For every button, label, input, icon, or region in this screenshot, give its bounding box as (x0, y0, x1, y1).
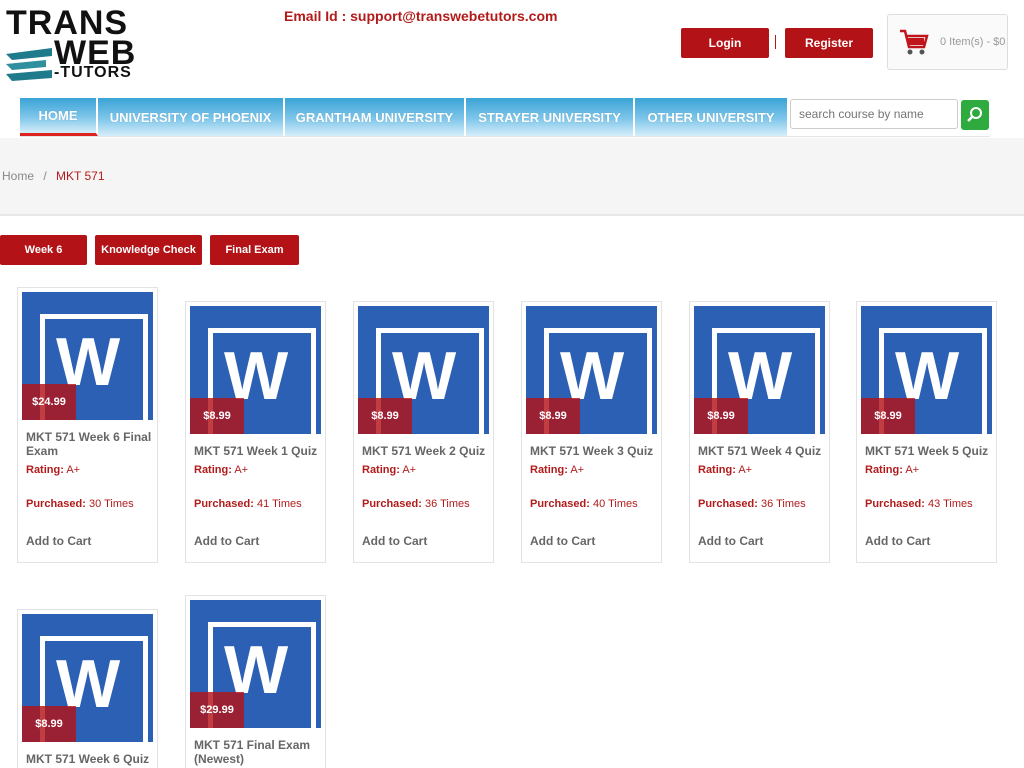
breadcrumb-current: MKT 571 (56, 169, 105, 183)
header-separator (775, 35, 776, 49)
price-badge: $8.99 (358, 398, 412, 434)
price-badge: $8.99 (22, 706, 76, 742)
price-badge: $8.99 (694, 398, 748, 434)
search-button[interactable] (961, 100, 989, 130)
add-to-cart-button[interactable]: Add to Cart (194, 534, 259, 548)
logo-line-3: -TUTORS (54, 64, 132, 81)
breadcrumb-home[interactable]: Home (2, 169, 34, 183)
add-to-cart-button[interactable]: Add to Cart (698, 534, 763, 548)
product-card[interactable]: W $8.99 MKT 571 Week 1 Quiz Rating: A+ P… (185, 301, 326, 563)
product-purchased: Purchased: 40 Times (530, 498, 638, 510)
product-title[interactable]: MKT 571 Final Exam (Newest) (194, 738, 322, 766)
nav-divider (20, 136, 990, 137)
nav-strayer-university[interactable]: STRAYER UNIVERSITY (466, 98, 635, 136)
cart-widget[interactable]: 0 Item(s) - $0 (887, 14, 1008, 70)
product-title[interactable]: MKT 571 Week 3 Quiz (530, 444, 658, 458)
product-title[interactable]: MKT 571 Week 1 Quiz (194, 444, 322, 458)
product-rating: Rating: A+ (362, 464, 417, 476)
filter-final-exam[interactable]: Final Exam (210, 235, 299, 265)
product-rating: Rating: A+ (698, 464, 753, 476)
product-card[interactable]: W $24.99 MKT 571 Week 6 Final Exam Ratin… (17, 287, 158, 563)
login-button[interactable]: Login (681, 28, 769, 58)
search-icon (967, 107, 982, 122)
product-card[interactable]: W $8.99 MKT 571 Week 4 Quiz Rating: A+ P… (689, 301, 830, 563)
price-badge: $8.99 (861, 398, 915, 434)
product-rating: Rating: A+ (194, 464, 249, 476)
price-badge: $24.99 (22, 384, 76, 420)
product-purchased: Purchased: 30 Times (26, 498, 134, 510)
product-rating: Rating: A+ (530, 464, 585, 476)
product-card[interactable]: W $8.99 MKT 571 Week 2 Quiz Rating: A+ P… (353, 301, 494, 563)
product-purchased: Purchased: 41 Times (194, 498, 302, 510)
support-email[interactable]: Email Id : support@transwebetutors.com (284, 8, 557, 24)
add-to-cart-button[interactable]: Add to Cart (26, 534, 91, 548)
product-rating: Rating: A+ (26, 464, 81, 476)
nav-university-of-phoenix[interactable]: UNIVERSITY OF PHOENIX (98, 98, 285, 136)
nav-home[interactable]: HOME (20, 98, 98, 136)
price-badge: $29.99 (190, 692, 244, 728)
add-to-cart-button[interactable]: Add to Cart (530, 534, 595, 548)
course-search-input[interactable] (790, 99, 958, 129)
nav-other-university[interactable]: OTHER UNIVERSITY (635, 98, 789, 136)
product-title[interactable]: MKT 571 Week 6 Final Exam (26, 430, 154, 458)
filter-knowledge-check[interactable]: Knowledge Check (95, 235, 202, 265)
add-to-cart-button[interactable]: Add to Cart (362, 534, 427, 548)
cart-summary: 0 Item(s) - $0 (940, 36, 1006, 48)
add-to-cart-button[interactable]: Add to Cart (865, 534, 930, 548)
register-button[interactable]: Register (785, 28, 873, 58)
product-title[interactable]: MKT 571 Week 5 Quiz (865, 444, 993, 458)
product-card[interactable]: W $8.99 MKT 571 Week 5 Quiz Rating: A+ P… (856, 301, 997, 563)
product-purchased: Purchased: 36 Times (362, 498, 470, 510)
product-card[interactable]: W $8.99 MKT 571 Week 3 Quiz Rating: A+ P… (521, 301, 662, 563)
breadcrumb-band (0, 138, 1024, 216)
product-title[interactable]: MKT 571 Week 4 Quiz (698, 444, 826, 458)
product-card[interactable]: W $29.99 MKT 571 Final Exam (Newest) (185, 595, 326, 768)
shopping-cart-icon (900, 29, 929, 55)
product-purchased: Purchased: 43 Times (865, 498, 973, 510)
product-card[interactable]: W $8.99 MKT 571 Week 6 Quiz (17, 609, 158, 768)
breadcrumb: Home / MKT 571 (2, 169, 105, 183)
filter-week-6[interactable]: Week 6 (0, 235, 87, 265)
main-nav: HOME UNIVERSITY OF PHOENIX GRANTHAM UNIV… (20, 98, 789, 136)
site-logo[interactable]: TRANS WEB -TUTORS (4, 4, 144, 84)
product-purchased: Purchased: 36 Times (698, 498, 806, 510)
nav-grantham-university[interactable]: GRANTHAM UNIVERSITY (285, 98, 466, 136)
price-badge: $8.99 (526, 398, 580, 434)
breadcrumb-separator: / (43, 169, 47, 183)
logo-mark-icon (6, 48, 52, 81)
product-title[interactable]: MKT 571 Week 2 Quiz (362, 444, 490, 458)
product-title[interactable]: MKT 571 Week 6 Quiz (26, 752, 154, 766)
price-badge: $8.99 (190, 398, 244, 434)
product-rating: Rating: A+ (865, 464, 920, 476)
